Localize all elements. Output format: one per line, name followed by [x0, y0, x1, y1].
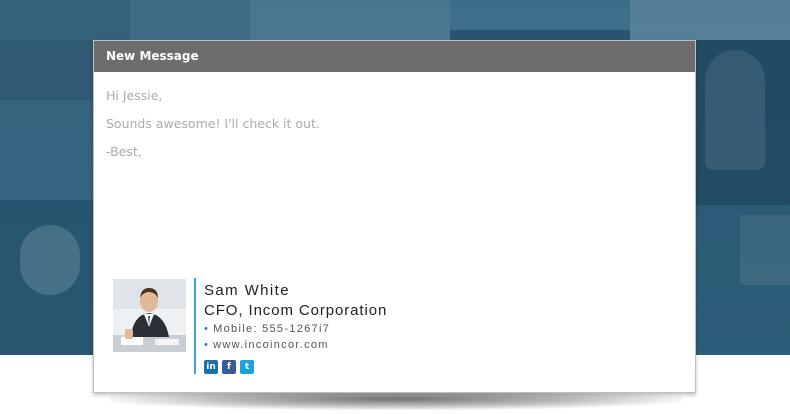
- signature-mobile: • Mobile: 555-1267i7: [204, 323, 387, 335]
- bullet: •: [204, 323, 210, 335]
- profile-photo: [113, 279, 186, 352]
- signature-website[interactable]: • www.incoincor.com: [204, 339, 387, 351]
- message-line-content: Sounds awesome! I'll check it out.: [106, 116, 320, 131]
- linkedin-icon[interactable]: in: [204, 360, 218, 374]
- bullet: •: [204, 339, 210, 351]
- signature-title: CFO, Incom Corporation: [204, 302, 388, 319]
- mobile-text: Mobile: 555-1267i7: [213, 323, 331, 335]
- social-links: in f t: [204, 360, 387, 374]
- new-message-window: New Message Hi Jessie, Sounds awesome! I…: [93, 40, 696, 393]
- signature-divider: [194, 278, 196, 374]
- signature-name: Sam White: [204, 282, 290, 299]
- window-title: New Message: [94, 41, 695, 72]
- message-line-signoff: -Best,: [106, 144, 142, 159]
- message-body[interactable]: Hi Jessie, Sounds awesome! I'll check it…: [94, 72, 695, 159]
- website-link[interactable]: www.incoincor.com: [213, 339, 329, 351]
- twitter-icon[interactable]: t: [240, 360, 254, 374]
- signature-details: Sam White CFO, Incom Corporation • Mobile…: [204, 278, 387, 374]
- email-signature: Sam White CFO, Incom Corporation • Mobile…: [113, 278, 673, 378]
- facebook-icon[interactable]: f: [222, 360, 236, 374]
- message-line-greeting: Hi Jessie,: [106, 88, 163, 103]
